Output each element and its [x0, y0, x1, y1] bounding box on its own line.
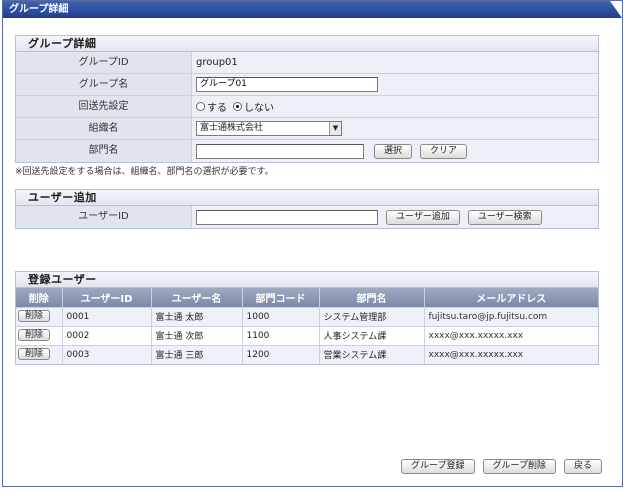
delete-row-button[interactable]: 削除 — [18, 348, 51, 361]
org-name-label: 組織名 — [16, 118, 192, 139]
group-name-input[interactable]: グループ01 — [196, 77, 378, 92]
reply-no-radio[interactable]: しない — [233, 99, 274, 114]
radio-icon — [196, 102, 205, 111]
col-dept-name: 部門名 — [319, 288, 425, 307]
registered-users-table: 削除 ユーザーID ユーザー名 部門コード 部門名 メールアドレス 削除 000… — [16, 288, 598, 364]
add-user-button[interactable]: ユーザー追加 — [386, 209, 460, 225]
group-id-label: グループID — [16, 52, 192, 73]
col-delete: 削除 — [16, 288, 63, 307]
dept-name-cell: システム管理部 — [319, 306, 425, 326]
col-dept-code: 部門コード — [242, 288, 320, 307]
user-id-cell: 0001 — [62, 306, 152, 326]
group-id-value: group01 — [196, 57, 238, 68]
user-name-cell: 富士通 次郎 — [151, 325, 243, 345]
table-row: 削除 0002 富士通 次郎 1100 人事システム課 xxxx@xxx.xxx… — [16, 325, 598, 345]
user-id-cell: 0002 — [62, 325, 152, 345]
delete-row-button[interactable]: 削除 — [18, 310, 51, 322]
email-cell: xxxx@xxx.xxxxx.xxx — [424, 325, 598, 345]
group-detail-heading: グループ詳細 — [16, 36, 598, 52]
footer-actions: グループ登録 グループ削除 戻る — [401, 459, 602, 474]
table-row: 削除 0003 富士通 三郎 1200 営業システム課 xxxx@xxx.xxx… — [16, 344, 598, 364]
window-title: グループ詳細 — [9, 4, 69, 15]
col-user-name: ユーザー名 — [151, 288, 243, 307]
reply-setting-row: 回送先設定 する しない — [16, 96, 598, 118]
group-id-row: グループID group01 — [16, 52, 598, 74]
reply-yes-radio[interactable]: する — [196, 99, 227, 114]
email-cell: fujitsu.taro@jp.fujitsu.com — [424, 306, 598, 326]
registered-users-heading: 登録ユーザー — [16, 272, 598, 288]
user-name-cell: 富士通 太郎 — [151, 306, 243, 326]
org-name-selected: 富士通株式会社 — [200, 123, 264, 133]
register-group-button[interactable]: グループ登録 — [401, 459, 475, 474]
col-user-id: ユーザーID — [62, 288, 152, 307]
dept-code-cell: 1100 — [242, 325, 320, 345]
org-name-select[interactable]: 富士通株式会社 ▼ — [196, 121, 342, 136]
email-cell: xxxx@xxx.xxxxx.xxx — [424, 344, 598, 364]
org-name-row: 組織名 富士通株式会社 ▼ — [16, 118, 598, 140]
dept-code-cell: 1200 — [242, 344, 320, 364]
reply-setting-label: 回送先設定 — [16, 96, 192, 117]
delete-group-button[interactable]: グループ削除 — [482, 459, 556, 474]
reply-yes-label: する — [207, 103, 227, 114]
delete-row-button[interactable]: 削除 — [18, 329, 51, 341]
group-name-row: グループ名 グループ01 — [16, 74, 598, 96]
table-header-row: 削除 ユーザーID ユーザー名 部門コード 部門名 メールアドレス — [16, 288, 598, 307]
user-id-label: ユーザーID — [16, 206, 192, 228]
user-name-cell: 富士通 三郎 — [151, 344, 243, 364]
search-user-button[interactable]: ユーザー検索 — [467, 209, 542, 225]
dept-name-cell: 人事システム課 — [319, 325, 425, 345]
user-id-row: ユーザーID ユーザー追加 ユーザー検索 — [16, 206, 598, 228]
dept-name-cell: 営業システム課 — [319, 344, 425, 364]
user-add-section: ユーザー追加 ユーザーID ユーザー追加 ユーザー検索 — [15, 189, 599, 229]
col-email: メールアドレス — [424, 288, 598, 307]
user-id-input[interactable] — [196, 209, 378, 225]
registered-users-section: 登録ユーザー 削除 ユーザーID ユーザー名 部門コード 部門名 メールアドレス… — [15, 271, 599, 365]
group-detail-window: グループ詳細 グループ詳細 グループID group01 グループ名 グループ0… — [2, 0, 623, 487]
dept-clear-button[interactable]: クリア — [420, 143, 468, 159]
dept-select-button[interactable]: 選択 — [374, 143, 413, 159]
dept-code-cell: 1000 — [242, 306, 320, 326]
user-id-cell: 0003 — [62, 344, 152, 364]
dept-name-input[interactable] — [196, 143, 364, 159]
reply-setting-note: ※回送先設定をする場合は、組織名、部門名の選択が必要です。 — [15, 167, 274, 177]
back-button[interactable]: 戻る — [563, 459, 602, 474]
group-detail-section: グループ詳細 グループID group01 グループ名 グループ01 回送先設定… — [15, 35, 599, 163]
reply-no-label: しない — [244, 103, 274, 114]
chevron-down-icon[interactable]: ▼ — [329, 122, 341, 135]
window-titlebar: グループ詳細 — [3, 1, 622, 18]
user-add-heading: ユーザー追加 — [16, 190, 598, 206]
dept-name-label: 部門名 — [16, 140, 192, 162]
dept-name-row: 部門名 選択 クリア — [16, 140, 598, 162]
group-name-label: グループ名 — [16, 74, 192, 95]
radio-selected-icon — [233, 102, 242, 111]
table-row: 削除 0001 富士通 太郎 1000 システム管理部 fujitsu.taro… — [16, 306, 598, 326]
